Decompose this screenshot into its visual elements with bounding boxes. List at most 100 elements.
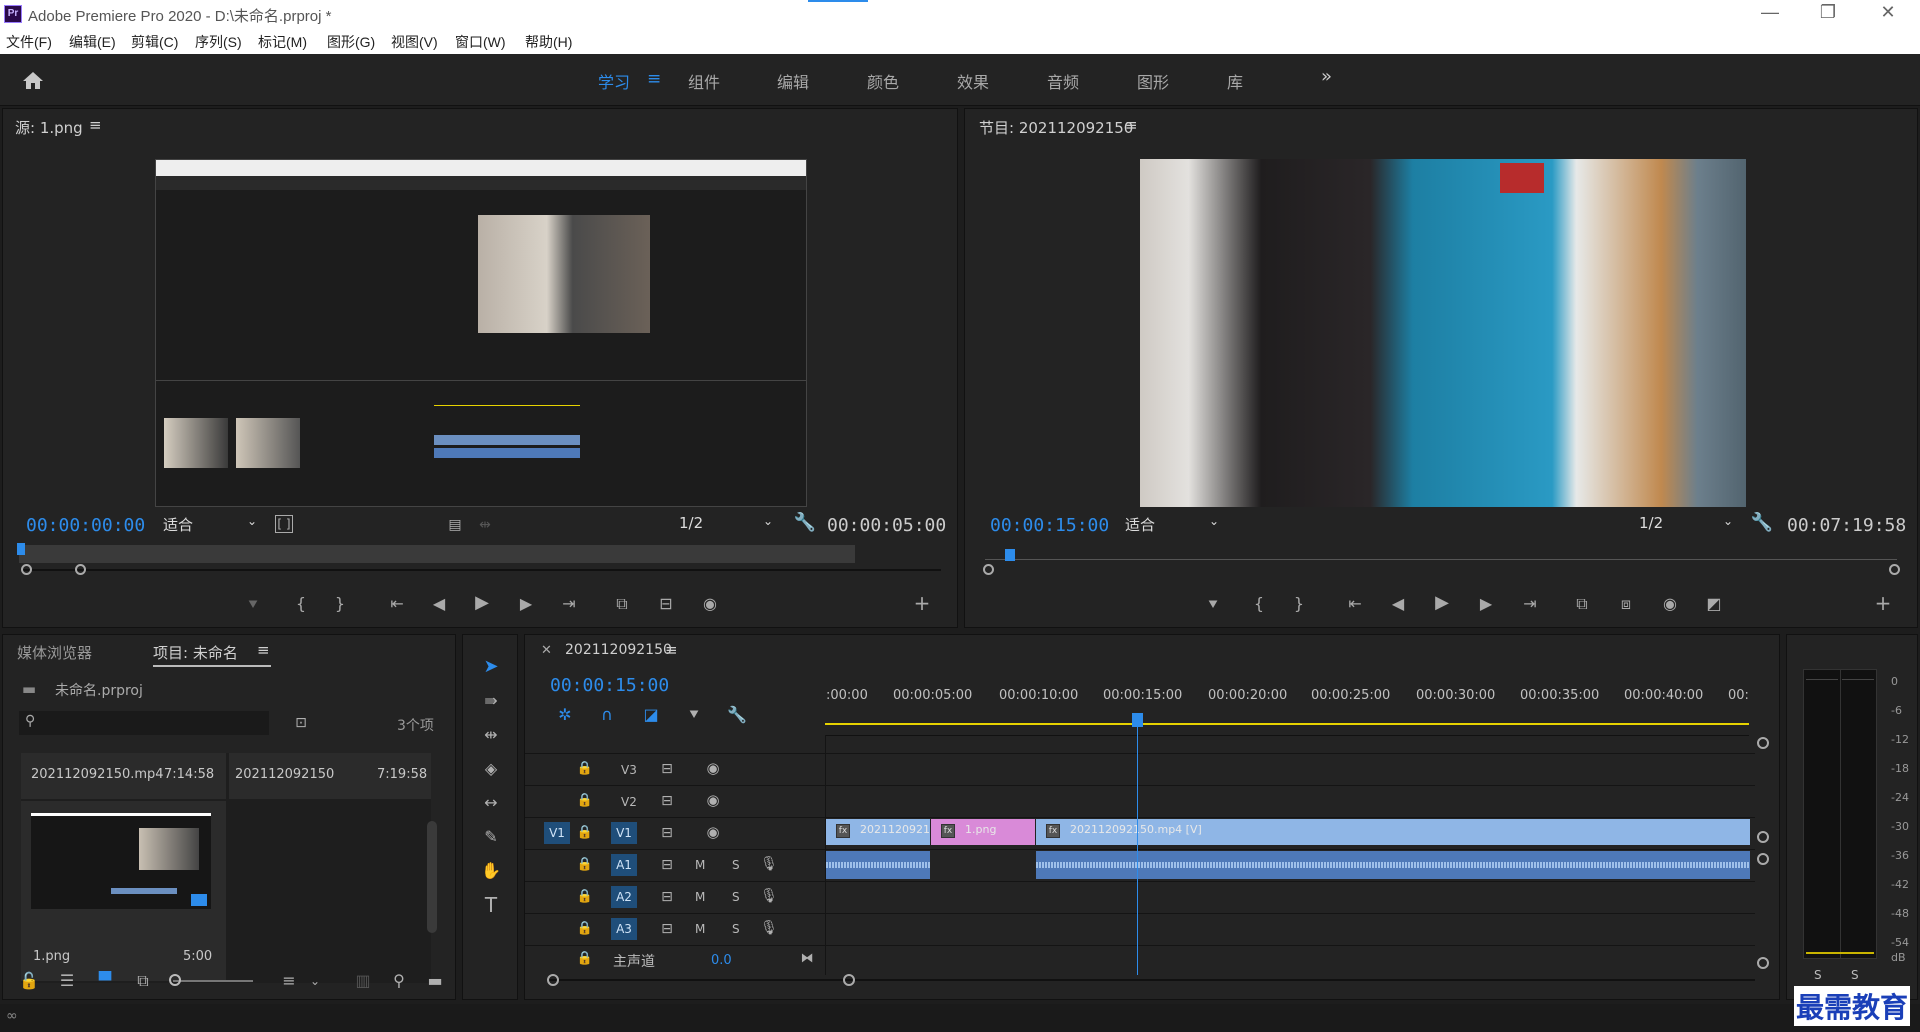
play-icon[interactable]: ▶ (1430, 593, 1454, 613)
icon-view-icon[interactable]: ▀ (93, 971, 117, 991)
workspace-color[interactable]: 颜色 (867, 69, 899, 93)
lock-icon[interactable]: 🔒 (573, 949, 597, 969)
menu-graphics[interactable]: 图形(G) (327, 32, 375, 52)
eye-icon[interactable]: ◉ (701, 822, 725, 842)
lift-icon[interactable]: ⧉ (1570, 594, 1594, 614)
overwrite-icon[interactable]: ⊟ (654, 594, 678, 614)
wrench-icon[interactable]: 🔧 (1750, 513, 1774, 533)
eye-icon[interactable]: ◉ (701, 790, 725, 810)
creative-cloud-icon[interactable]: ∞ (6, 1008, 18, 1024)
add-marker-icon[interactable]: ⯆ (682, 705, 706, 725)
lock-icon[interactable]: 🔒 (573, 823, 597, 843)
sync-lock-icon[interactable]: ⊟ (655, 919, 679, 939)
zoom-handle-right[interactable] (75, 564, 86, 575)
pen-tool-icon[interactable]: ✎ (479, 827, 503, 847)
drag-video-icon[interactable]: ⇹ (473, 515, 497, 535)
mark-in-icon[interactable]: { (289, 594, 313, 614)
lock-icon[interactable]: 🔓 (17, 971, 41, 991)
type-tool-icon[interactable]: T (479, 895, 503, 915)
zoom-slider-handle[interactable] (169, 974, 181, 986)
sync-lock-icon[interactable]: ⊟ (655, 823, 679, 843)
track-target-a2[interactable]: A2 (611, 886, 637, 908)
zoom-handle-left[interactable] (983, 564, 994, 575)
workspace-menu-icon[interactable]: ≡ (647, 69, 661, 89)
track-target-a1[interactable]: A1 (611, 854, 637, 876)
workspace-assembly[interactable]: 组件 (688, 69, 720, 93)
menu-file[interactable]: 文件(F) (6, 32, 52, 52)
menu-view[interactable]: 视图(V) (391, 32, 438, 52)
zoom-slider[interactable] (173, 980, 253, 982)
freeform-view-icon[interactable]: ⧉ (131, 971, 155, 991)
sync-lock-icon[interactable]: ⊟ (655, 791, 679, 811)
solo-button[interactable]: S (732, 922, 740, 936)
master-volume[interactable]: 0.0 (711, 953, 732, 968)
camera-icon[interactable]: ◉ (698, 594, 722, 614)
source-playhead[interactable] (17, 543, 25, 555)
restore-icon[interactable]: ❐ (1808, 2, 1848, 23)
selection-tool-icon[interactable]: ➤ (479, 657, 503, 677)
project-search-input[interactable]: ⚲ (19, 711, 269, 735)
step-forward-icon[interactable]: ▶ (514, 594, 538, 614)
safe-margins-icon[interactable]: [ ] (275, 515, 293, 533)
program-scrubber[interactable] (985, 559, 1897, 560)
vscroll-handle[interactable] (1757, 853, 1769, 865)
track-target-v1[interactable]: V1 (611, 822, 637, 844)
step-back-icon[interactable]: ◀ (427, 594, 451, 614)
lock-icon[interactable]: 🔒 (573, 887, 597, 907)
source-resolution-dropdown[interactable]: 1/2 ⌄ (679, 514, 779, 536)
track-select-tool-icon[interactable]: ⇛ (479, 691, 503, 711)
source-fit-dropdown[interactable]: 适合 ⌄ (163, 514, 263, 536)
project-scrollbar[interactable] (427, 821, 437, 933)
menu-sequence[interactable]: 序列(S) (195, 32, 242, 52)
add-button-icon[interactable]: + (1871, 593, 1895, 613)
add-marker-icon[interactable]: ⯆ (1201, 595, 1225, 615)
nest-toggle-icon[interactable]: ✲ (553, 705, 577, 725)
source-timecode[interactable]: 00:00:00:00 (26, 515, 145, 536)
list-view-icon[interactable]: ☰ (55, 971, 79, 991)
tab-project[interactable]: 项目: 未命名 (153, 642, 238, 663)
clip-image[interactable]: fx 1.png (931, 819, 1035, 845)
workspace-overflow-icon[interactable]: » (1321, 66, 1332, 87)
list-item[interactable]: 202112092150 7:19:58 (229, 753, 431, 799)
solo-button[interactable]: S (732, 890, 740, 904)
chevron-down-icon[interactable]: ⌄ (303, 971, 327, 991)
list-item[interactable]: 1.png 5:00 (21, 801, 226, 981)
go-to-out-icon[interactable]: ⇥ (1518, 594, 1542, 614)
meter-solo-right[interactable]: S (1851, 968, 1859, 982)
track-target-a3[interactable]: A3 (611, 918, 637, 940)
timeline-timecode[interactable]: 00:00:15:00 (550, 675, 669, 696)
tab-media-browser[interactable]: 媒体浏览器 (17, 642, 92, 663)
microphone-icon[interactable]: 🎙 (757, 886, 781, 906)
linked-selection-icon[interactable]: ◪ (639, 705, 663, 725)
workspace-editing[interactable]: 编辑 (777, 69, 809, 93)
mark-in-icon[interactable]: { (1247, 594, 1271, 614)
program-fit-dropdown[interactable]: 适合 ⌄ (1125, 514, 1225, 536)
snap-icon[interactable]: ∩ (595, 705, 619, 725)
source-patch-v1[interactable]: V1 (544, 822, 570, 844)
sync-lock-icon[interactable]: ⊟ (655, 759, 679, 779)
go-to-out-icon[interactable]: ⇥ (557, 594, 581, 614)
menu-edit[interactable]: 编辑(E) (69, 32, 116, 52)
go-to-in-icon[interactable]: ⇤ (385, 594, 409, 614)
mark-out-icon[interactable]: } (1287, 594, 1311, 614)
new-bin-from-search-icon[interactable]: ⊡ (289, 713, 313, 733)
extract-icon[interactable]: ⧈ (1614, 594, 1638, 614)
mute-button[interactable]: M (695, 890, 705, 904)
lock-icon[interactable]: 🔒 (573, 919, 597, 939)
program-panel-menu-icon[interactable]: ≡ (1125, 116, 1138, 134)
lock-icon[interactable]: 🔒 (573, 759, 597, 779)
sort-icon[interactable]: ≡ (277, 971, 301, 991)
workspace-effects[interactable]: 效果 (957, 69, 989, 93)
list-item[interactable]: 202112092150.mp4 7:14:58 (21, 753, 226, 799)
microphone-icon[interactable]: 🎙 (757, 854, 781, 874)
hscroll-handle-right[interactable] (843, 974, 855, 986)
source-settings-box-icon[interactable]: ▤ (443, 515, 467, 535)
work-area-bar[interactable] (825, 723, 1749, 725)
menu-marker[interactable]: 标记(M) (258, 32, 307, 52)
add-button-icon[interactable]: + (910, 593, 934, 613)
workspace-audio[interactable]: 音频 (1047, 69, 1079, 93)
vscroll-handle[interactable] (1757, 831, 1769, 843)
vscroll-handle[interactable] (1757, 957, 1769, 969)
go-to-in-icon[interactable]: ⇤ (1343, 594, 1367, 614)
eye-icon[interactable]: ◉ (701, 758, 725, 778)
